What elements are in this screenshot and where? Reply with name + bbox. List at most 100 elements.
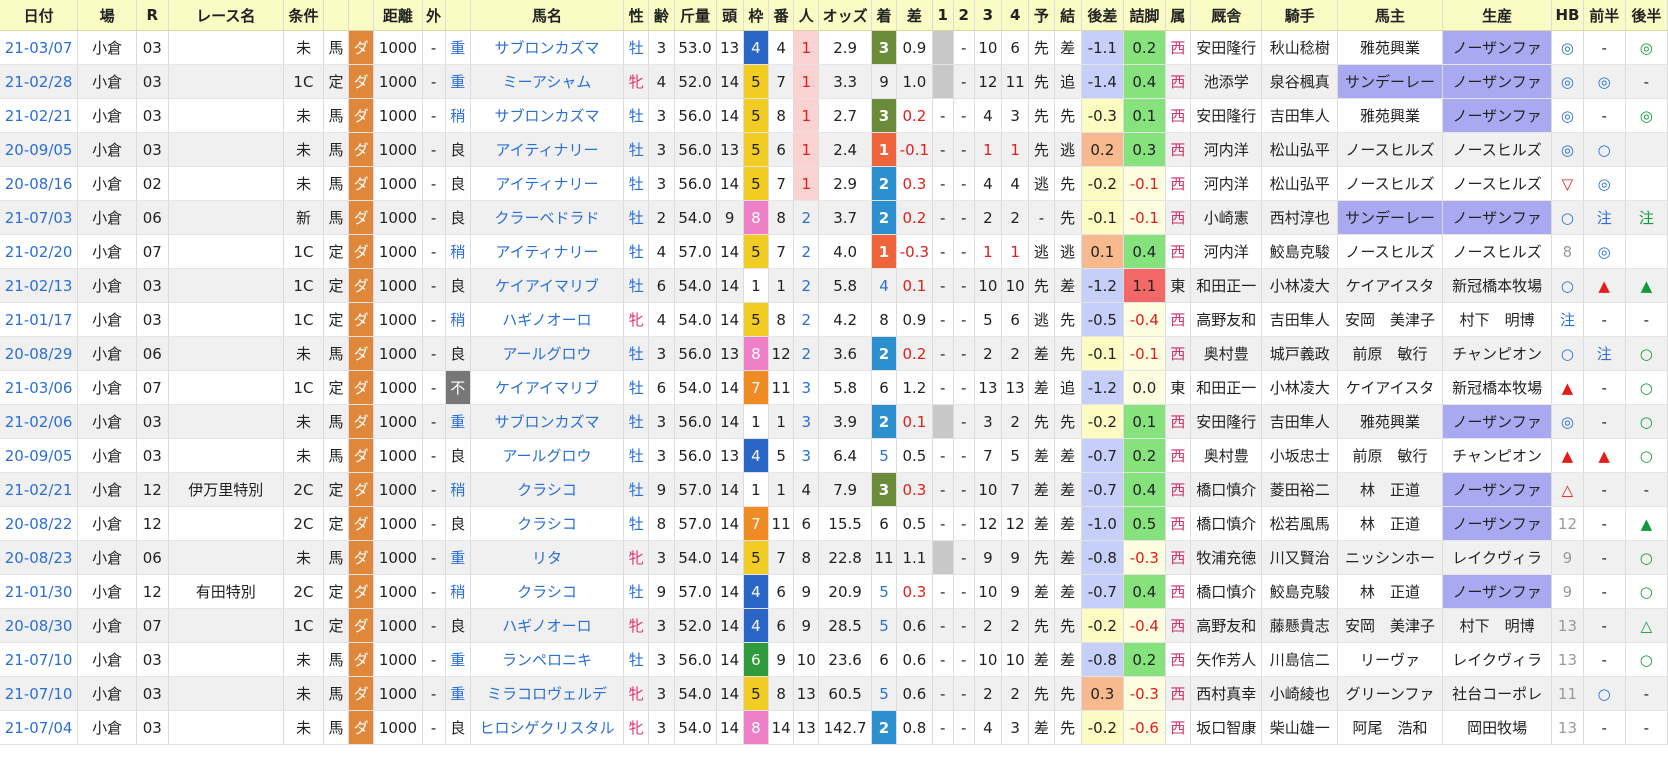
column-header[interactable]: 1 — [932, 0, 954, 31]
horse-name-link[interactable]: サブロンカズマ — [470, 30, 625, 65]
race-date-link[interactable]: 21-02/06 — [0, 404, 79, 439]
race-date-link[interactable]: 21-02/21 — [0, 98, 79, 133]
horse-name-link[interactable]: ミーアシャム — [470, 64, 625, 99]
race-date-link[interactable]: 21-02/13 — [0, 268, 79, 303]
table-row[interactable]: 20-09/05 小倉 03 未馬ダ 1000- 良アールグロウ牡 3 56.0 13 4 5 3 6.… — [0, 438, 1668, 473]
column-header[interactable]: 人 — [793, 0, 820, 31]
horse-name-link[interactable]: サブロンカズマ — [470, 98, 625, 133]
column-header[interactable]: 詰脚 — [1123, 0, 1166, 31]
table-row[interactable]: 20-08/30 小倉 07 1C 定ダ 1000- 良ハギノオーロ牝 3 52.0 14 4 6 9 2… — [0, 608, 1668, 643]
table-row[interactable]: 20-08/29 小倉 06 未馬ダ 1000- 良アールグロウ牡 3 56.0 13 8 12 2 3… — [0, 336, 1668, 371]
column-header[interactable]: 差 — [896, 0, 933, 31]
table-row[interactable]: 21-01/30 小倉 12 有田特別 2C 定ダ 1000- 稍クラシコ牡 9 57.0 14 4 6… — [0, 574, 1668, 609]
horse-name-link[interactable]: クラシコ — [470, 506, 625, 541]
table-row[interactable]: 21-07/10 小倉 03 未馬ダ 1000- 重ミラコロヴェルデ牝 3 54.0 14 5 8 1… — [0, 676, 1668, 711]
column-header[interactable]: 厩舎 — [1190, 0, 1263, 31]
column-header[interactable]: 前半 — [1583, 0, 1626, 31]
race-date-link[interactable]: 21-02/21 — [0, 472, 79, 507]
table-row[interactable]: 20-08/16 小倉 02 未馬ダ 1000- 良アイティナリー牡 3 56.0 14 5 7 1 2… — [0, 166, 1668, 201]
horse-name-link[interactable]: リタ — [470, 540, 625, 575]
race-date-link[interactable]: 20-08/22 — [0, 506, 79, 541]
horse-name-link[interactable]: アイティナリー — [470, 234, 625, 269]
race-date-link[interactable]: 21-07/10 — [0, 642, 79, 677]
horse-name-link[interactable]: ハギノオーロ — [470, 608, 625, 643]
column-header[interactable]: 外 — [422, 0, 446, 31]
table-row[interactable]: 20-09/05 小倉 03 未馬ダ 1000- 良アイティナリー牡 3 56.0 13 5 6 1 2… — [0, 132, 1668, 167]
race-date-link[interactable]: 20-08/30 — [0, 608, 79, 643]
table-row[interactable]: 21-02/20 小倉 07 1C 定ダ 1000- 稍アイティナリー牡 4 57.0 14 5 7 2… — [0, 234, 1668, 269]
column-header[interactable]: 齢 — [648, 0, 675, 31]
column-header[interactable]: 番 — [768, 0, 795, 31]
column-header[interactable]: 着 — [871, 0, 898, 31]
race-date-link[interactable]: 21-07/04 — [0, 710, 79, 745]
column-header[interactable]: 生産 — [1442, 0, 1553, 31]
table-row[interactable]: 21-07/10 小倉 03 未馬ダ 1000- 重ランペロニキ牡 3 56.0 14 6 9 10 2… — [0, 642, 1668, 677]
table-row[interactable]: 21-07/03 小倉 06 新馬ダ 1000- 良クラーベドラド牡 2 54.0 9 8 8 2 3.… — [0, 200, 1668, 235]
column-header[interactable]: 斤量 — [674, 0, 717, 31]
race-date-link[interactable]: 20-08/29 — [0, 336, 79, 371]
table-row[interactable]: 21-07/04 小倉 03 未馬ダ 1000- 良ヒロシゲクリスタル牝 3 54.0 14 8 1… — [0, 710, 1668, 745]
horse-name-link[interactable]: ケイアイマリブ — [470, 268, 625, 303]
column-header[interactable] — [323, 0, 350, 31]
table-row[interactable]: 21-03/07 小倉 03 未馬ダ 1000- 重サブロンカズマ牡 3 53.0 13 4 4 1 2… — [0, 30, 1668, 65]
horse-name-link[interactable]: アイティナリー — [470, 132, 625, 167]
table-row[interactable]: 20-08/22 小倉 12 2C 定ダ 1000- 良クラシコ牡 8 57.0 14 7 11 6 15… — [0, 506, 1668, 541]
column-header[interactable]: R — [136, 0, 169, 31]
table-row[interactable]: 20-08/23 小倉 06 未馬ダ 1000- 重リタ牝 3 54.0 14 5 7 8 22.8 11… — [0, 540, 1668, 575]
column-header[interactable]: 条件 — [283, 0, 324, 31]
table-row[interactable]: 21-02/13 小倉 03 1C 定ダ 1000- 良ケイアイマリブ牡 6 54.0 14 1 1 2… — [0, 268, 1668, 303]
table-row[interactable]: 21-01/17 小倉 03 1C 定ダ 1000- 稍ハギノオーロ牝 4 54.0 14 5 8 2 4… — [0, 302, 1668, 337]
race-date-link[interactable]: 21-02/20 — [0, 234, 79, 269]
column-header[interactable]: レース名 — [168, 0, 284, 31]
table-row[interactable]: 21-02/21 小倉 12 伊万里特別 2C 定ダ 1000- 稍クラシコ牡 9 57.0 14 1… — [0, 472, 1668, 507]
column-header[interactable]: 後差 — [1081, 0, 1124, 31]
race-date-link[interactable]: 20-08/16 — [0, 166, 79, 201]
race-date-link[interactable]: 21-01/17 — [0, 302, 79, 337]
column-header[interactable]: 後半 — [1625, 0, 1668, 31]
column-header[interactable]: 属 — [1165, 0, 1192, 31]
column-header[interactable]: 馬名 — [470, 0, 625, 31]
horse-name-link[interactable]: ヒロシゲクリスタル — [470, 710, 625, 745]
table-row[interactable]: 21-02/06 小倉 03 未馬ダ 1000- 重サブロンカズマ牡 3 56.0 14 1 1 3 3… — [0, 404, 1668, 439]
horse-name-link[interactable]: アールグロウ — [470, 336, 625, 371]
race-date-link[interactable]: 21-07/03 — [0, 200, 79, 235]
table-row[interactable]: 21-02/28 小倉 03 1C 定ダ 1000- 重ミーアシャム牝 4 52.0 14 5 7 1 3… — [0, 64, 1668, 99]
horse-name-link[interactable]: アイティナリー — [470, 166, 625, 201]
race-date-link[interactable]: 21-07/10 — [0, 676, 79, 711]
column-header[interactable]: 3 — [974, 0, 1003, 31]
table-row[interactable]: 21-02/21 小倉 03 未馬ダ 1000- 稍サブロンカズマ牡 3 56.0 14 5 8 1 2… — [0, 98, 1668, 133]
horse-name-link[interactable]: サブロンカズマ — [470, 404, 625, 439]
column-header[interactable]: 性 — [623, 0, 650, 31]
horse-name-link[interactable]: ケイアイマリブ — [470, 370, 625, 405]
column-header[interactable]: 距離 — [373, 0, 423, 31]
race-date-link[interactable]: 20-08/23 — [0, 540, 79, 575]
column-header[interactable]: 日付 — [0, 0, 79, 31]
horse-name-link[interactable]: クラーベドラド — [470, 200, 625, 235]
horse-name-link[interactable]: クラシコ — [470, 574, 625, 609]
horse-name-link[interactable]: アールグロウ — [470, 438, 625, 473]
column-header[interactable]: オッズ — [818, 0, 872, 31]
column-header[interactable]: 場 — [77, 0, 137, 31]
column-header[interactable]: 馬主 — [1337, 0, 1443, 31]
table-row[interactable]: 21-03/06 小倉 07 1C 定ダ 1000- 不ケイアイマリブ牡 6 54.0 14 7 11… — [0, 370, 1668, 405]
column-header[interactable]: 4 — [1001, 0, 1030, 31]
race-date-link[interactable]: 20-09/05 — [0, 132, 79, 167]
race-date-link[interactable]: 21-02/28 — [0, 64, 79, 99]
column-header[interactable]: 予 — [1028, 0, 1055, 31]
race-date-link[interactable]: 21-03/07 — [0, 30, 79, 65]
horse-name-link[interactable]: ミラコロヴェルデ — [470, 676, 625, 711]
column-header[interactable] — [348, 0, 375, 31]
race-date-link[interactable]: 21-03/06 — [0, 370, 79, 405]
horse-name-link[interactable]: クラシコ — [470, 472, 625, 507]
column-header[interactable]: HB — [1551, 0, 1584, 31]
column-header[interactable]: 2 — [953, 0, 975, 31]
column-header[interactable]: 結 — [1054, 0, 1082, 31]
column-header[interactable]: 枠 — [743, 0, 770, 31]
column-header[interactable]: 頭 — [716, 0, 744, 31]
race-date-link[interactable]: 21-01/30 — [0, 574, 79, 609]
horse-name-link[interactable]: ランペロニキ — [470, 642, 625, 677]
column-header[interactable] — [445, 0, 471, 31]
race-date-link[interactable]: 20-09/05 — [0, 438, 79, 473]
horse-name-link[interactable]: ハギノオーロ — [470, 302, 625, 337]
column-header[interactable]: 騎手 — [1261, 0, 1338, 31]
